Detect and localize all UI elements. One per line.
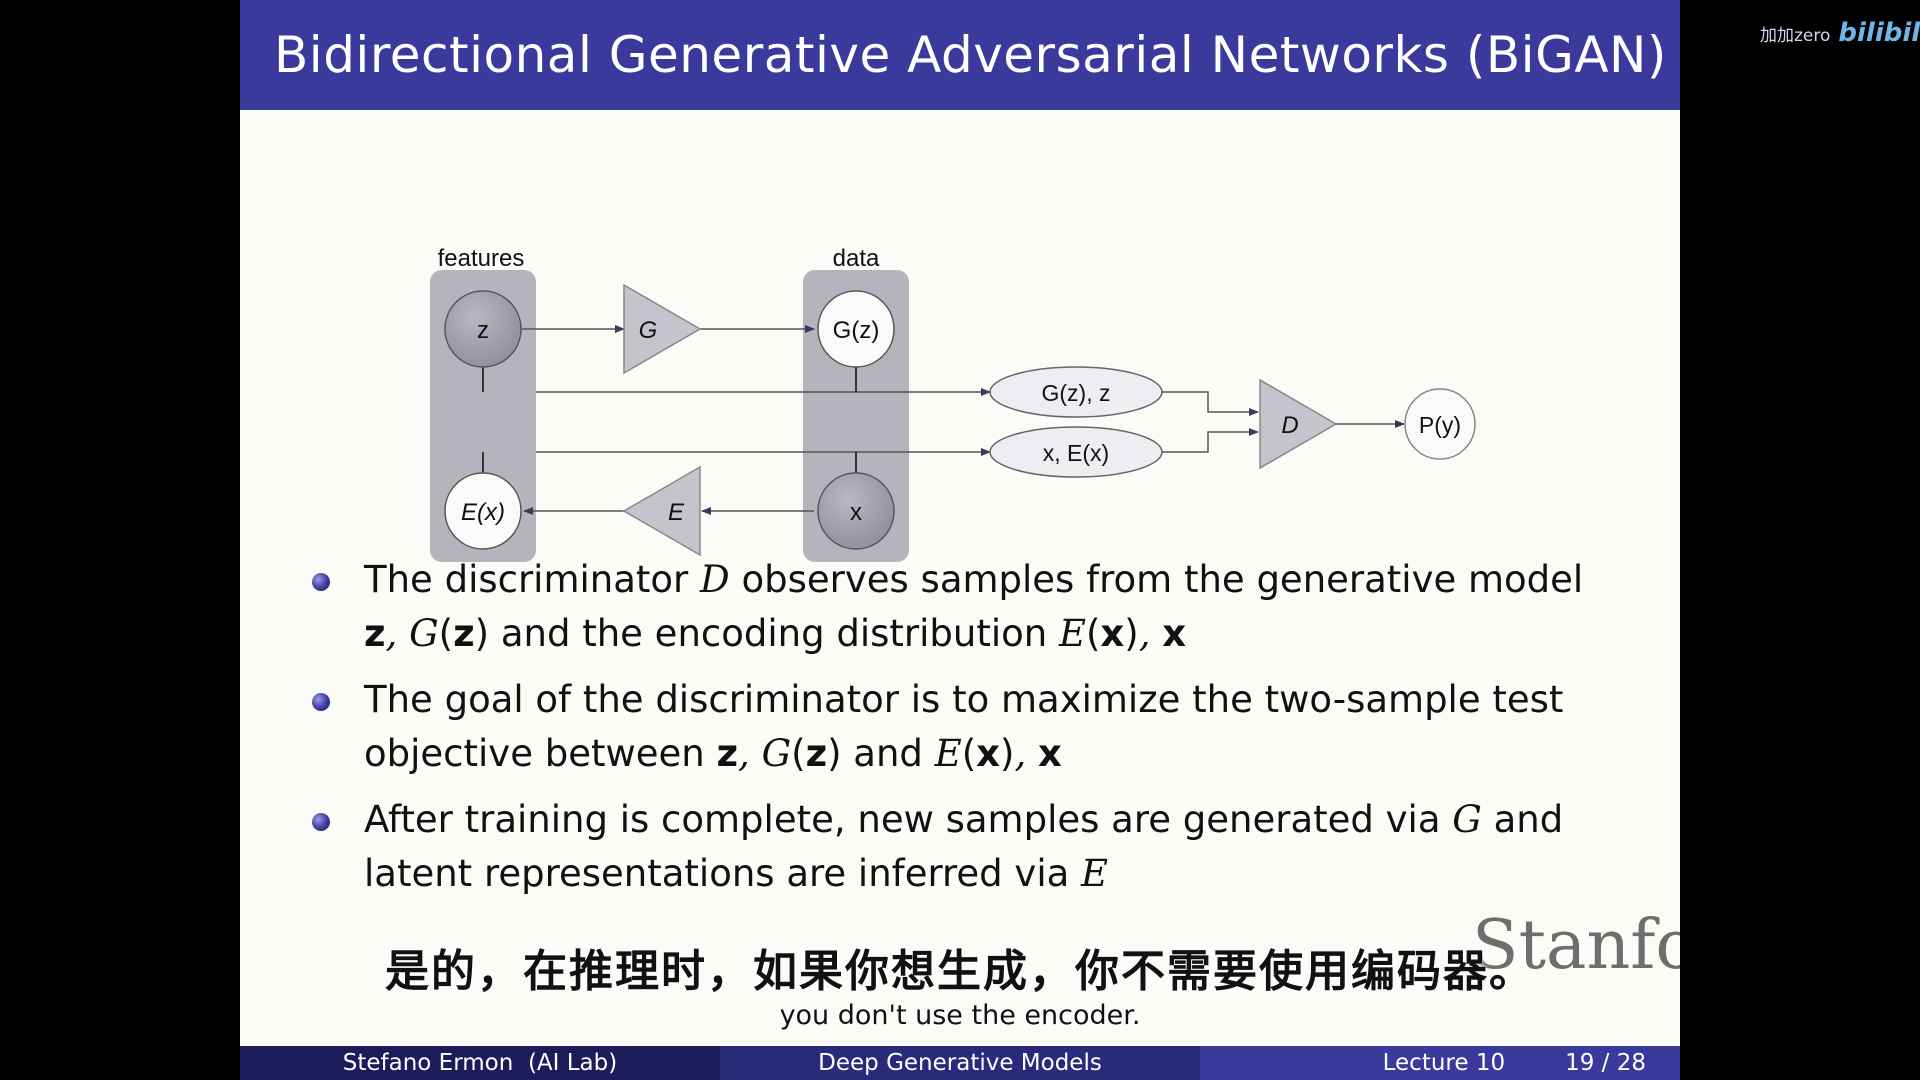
generator-triangle	[623, 283, 702, 375]
subtitle-chinese: 是的，在推理时，如果你想生成，你不需要使用编码器。	[385, 946, 1535, 997]
footer-author-text: Stefano Ermon (AI Lab)	[342, 1050, 618, 1076]
math-e: E	[1058, 612, 1086, 655]
text-span: The discriminator	[364, 558, 701, 601]
encoder-label: E	[668, 499, 685, 526]
bilibili-logo-icon: bilibili	[1838, 18, 1920, 48]
math-e: E	[1081, 852, 1109, 895]
generator-label: G	[639, 317, 658, 344]
paren: (	[791, 732, 806, 775]
math-sep: ,	[385, 612, 410, 655]
paren: )	[1124, 612, 1139, 655]
z-node-label: z	[477, 317, 489, 344]
footer-right: Lecture 10 19 / 28	[1200, 1046, 1680, 1080]
math-z: z	[364, 612, 386, 655]
bullet-list: The discriminator D observes samples fro…	[312, 553, 1652, 913]
text-span: latent representations are inferred via	[364, 852, 1082, 895]
math-g: G	[761, 732, 792, 775]
footer-page-number: 19 / 28	[1565, 1050, 1646, 1076]
math-x: x	[976, 732, 1001, 775]
bullet-item-2: The goal of the discriminator is to maxi…	[312, 673, 1652, 781]
bullet-dot-icon	[312, 573, 330, 591]
math-z: z	[453, 612, 475, 655]
paren: (	[438, 612, 454, 655]
pair1-to-d-line	[1162, 391, 1259, 416]
bullet-3-line-1: After training is complete, new samples …	[364, 793, 1652, 847]
math-x: x	[1100, 612, 1125, 655]
paren: )	[827, 732, 842, 775]
bullet-dot-icon	[312, 813, 330, 831]
math-z: z	[805, 732, 828, 775]
math-g: G	[1452, 798, 1482, 841]
encoder-triangle	[622, 465, 701, 557]
pair2-label: x, E(x)	[1043, 440, 1109, 466]
bullet-1-line-2: z, G(z) and the encoding distribution E(…	[364, 607, 1652, 661]
subtitle-english: you don't use the encoder.	[779, 1000, 1141, 1031]
paren: )	[1000, 732, 1015, 775]
discriminator-label: D	[1281, 412, 1298, 439]
bullet-item-3: After training is complete, new samples …	[312, 793, 1652, 901]
bigan-diagram: features data z E(x) G(z) x G E G(z), z …	[430, 245, 1476, 562]
text-span: and	[1481, 798, 1564, 841]
watermark-text: 加加zero	[1760, 26, 1831, 46]
bullet-3-line-2: latent representations are inferred via …	[364, 847, 1652, 901]
footer-course-text: Deep Generative Models	[818, 1050, 1102, 1076]
math-z: z	[716, 732, 739, 775]
paren: )	[474, 612, 490, 655]
text-span: and the encoding distribution	[489, 612, 1059, 655]
bullet-1-line-1: The discriminator D observes samples fro…	[364, 553, 1652, 607]
watermark: 加加zero bilibili	[1760, 18, 1920, 48]
math-g: G	[409, 612, 439, 655]
footer: Stefano Ermon (AI Lab) Deep Generative M…	[240, 1046, 1680, 1080]
pair2-to-d-line	[1162, 428, 1259, 453]
data-label: data	[833, 245, 880, 272]
slide: Bidirectional Generative Adversarial Net…	[240, 0, 1680, 1080]
x-node-label: x	[850, 499, 862, 526]
ex-node-label: E(x)	[461, 499, 505, 526]
py-node-label: P(y)	[1419, 412, 1461, 438]
footer-course: Deep Generative Models	[720, 1046, 1200, 1080]
text-span: After training is complete, new samples …	[364, 798, 1453, 841]
text-span: and	[841, 732, 935, 775]
text-span: observes samples from the generative mod…	[729, 558, 1584, 601]
bullet-2-line-1: The goal of the discriminator is to maxi…	[364, 678, 1564, 721]
features-label: features	[438, 245, 525, 272]
gz-node-label: G(z)	[833, 317, 880, 344]
math-sep: ,	[1014, 732, 1038, 775]
math-sep: ,	[738, 732, 762, 775]
math-e: E	[934, 732, 962, 775]
footer-author: Stefano Ermon (AI Lab)	[240, 1046, 720, 1080]
paren: (	[1085, 612, 1101, 655]
footer-lecture: Lecture 10	[1382, 1050, 1506, 1076]
math-x: x	[1037, 732, 1062, 775]
bullet-item-1: The discriminator D observes samples fro…	[312, 553, 1652, 661]
math-sep: ,	[1138, 612, 1163, 655]
paren: (	[961, 732, 977, 775]
bullet-dot-icon	[312, 693, 330, 711]
pair1-label: G(z), z	[1042, 380, 1111, 406]
text-span: objective between	[364, 732, 717, 775]
bullet-2-line-2: objective between z, G(z) and E(x), x	[364, 727, 1652, 781]
math-d: D	[700, 558, 730, 601]
math-x: x	[1162, 612, 1187, 655]
